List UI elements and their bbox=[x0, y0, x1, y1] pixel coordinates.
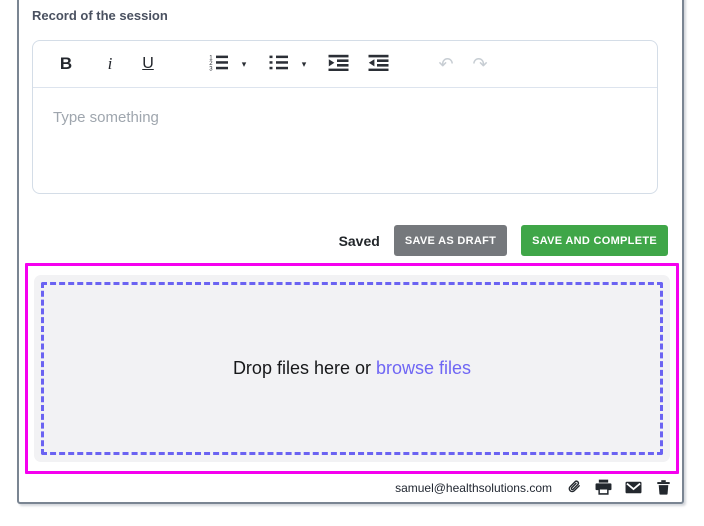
form-content: Record of the session B i U 1 2 3 ▾ ▾ ↶ … bbox=[19, 0, 682, 502]
save-and-complete-button[interactable]: SAVE AND COMPLETE bbox=[521, 225, 668, 256]
underline-button[interactable]: U bbox=[135, 49, 161, 79]
printer-icon[interactable] bbox=[595, 479, 612, 496]
save-status-text: Saved bbox=[338, 232, 380, 249]
dropzone-text: Drop files here or browse files bbox=[233, 358, 471, 379]
ordered-list-caret[interactable]: ▾ bbox=[237, 49, 251, 79]
browse-files-link[interactable]: browse files bbox=[376, 358, 471, 378]
outdent-button[interactable] bbox=[363, 49, 393, 79]
unordered-list-caret[interactable]: ▾ bbox=[297, 49, 311, 79]
editor-placeholder: Type something bbox=[53, 109, 159, 126]
trash-icon[interactable] bbox=[655, 479, 672, 496]
dropzone-prompt: Drop files here or bbox=[232, 358, 371, 378]
ordered-list-button[interactable]: 1 2 3 bbox=[203, 49, 233, 79]
page-frame: Record of the session B i U 1 2 3 ▾ ▾ ↶ … bbox=[17, 0, 684, 504]
paperclip-icon[interactable] bbox=[565, 479, 582, 496]
dropzone-highlight: Drop files here or browse files bbox=[25, 263, 679, 474]
envelope-icon[interactable] bbox=[625, 479, 642, 496]
editor-toolbar: B i U 1 2 3 ▾ ▾ ↶ ↷ bbox=[33, 41, 657, 88]
svg-text:3: 3 bbox=[209, 67, 213, 71]
undo-button[interactable]: ↶ bbox=[433, 49, 459, 79]
outdent-icon bbox=[368, 54, 389, 74]
indent-icon bbox=[328, 54, 349, 74]
file-dropzone[interactable]: Drop files here or browse files bbox=[34, 275, 670, 462]
ordered-list-icon: 1 2 3 bbox=[208, 54, 229, 74]
italic-button[interactable]: i bbox=[97, 49, 123, 79]
indent-button[interactable] bbox=[323, 49, 353, 79]
redo-button[interactable]: ↷ bbox=[467, 49, 493, 79]
action-row: Saved SAVE AS DRAFT SAVE AND COMPLETE bbox=[19, 225, 668, 256]
footer-bar: samuel@healthsolutions.com bbox=[19, 479, 672, 496]
bold-button[interactable]: B bbox=[53, 49, 79, 79]
unordered-list-button[interactable] bbox=[263, 49, 293, 79]
editor-input-area[interactable]: Type something bbox=[33, 88, 657, 193]
save-as-draft-button[interactable]: SAVE AS DRAFT bbox=[393, 225, 508, 256]
rich-text-editor: B i U 1 2 3 ▾ ▾ ↶ ↷ Type something bbox=[32, 40, 658, 194]
section-label: Record of the session bbox=[32, 8, 168, 23]
user-email: samuel@healthsolutions.com bbox=[395, 480, 552, 495]
unordered-list-icon bbox=[268, 54, 289, 74]
